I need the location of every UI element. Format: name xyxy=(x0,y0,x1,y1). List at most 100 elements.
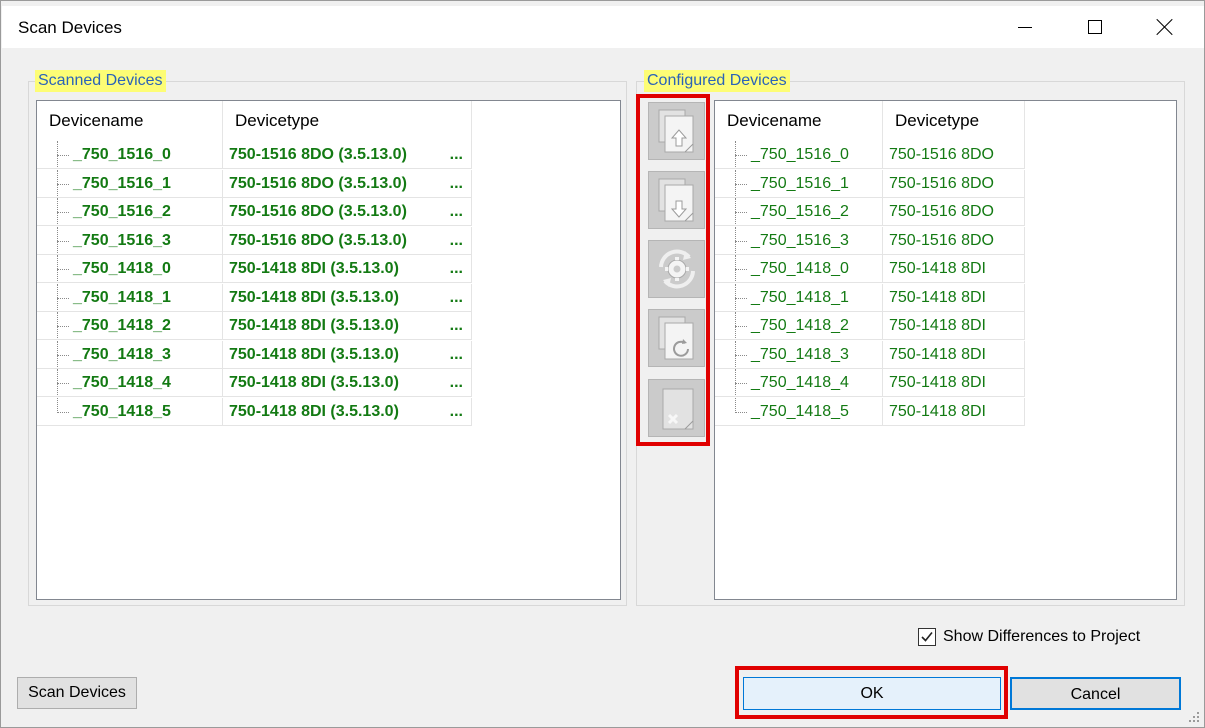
scanned-devicetype-cell: 750-1516 8DO (3.5.13.0)... xyxy=(223,169,472,198)
more-button[interactable]: ... xyxy=(450,312,463,339)
show-differences-option[interactable]: Show Differences to Project xyxy=(918,628,1140,646)
more-button[interactable]: ... xyxy=(450,141,463,168)
more-button[interactable]: ... xyxy=(450,369,463,396)
delete-button[interactable] xyxy=(648,379,705,437)
more-button[interactable]: ... xyxy=(450,255,463,282)
copy-to-project-button[interactable] xyxy=(648,102,705,160)
configured-row[interactable]: _750_1418_0 750-1418 8DI xyxy=(715,255,1025,283)
cancel-button[interactable]: Cancel xyxy=(1010,677,1181,710)
scanned-devicetype-text: 750-1418 8DI (3.5.13.0) xyxy=(229,345,399,363)
scanned-row[interactable]: _750_1418_5 750-1418 8DI (3.5.13.0)... xyxy=(37,397,472,426)
configured-devicetype-text: 750-1516 8DO xyxy=(889,203,994,220)
synchronize-button[interactable] xyxy=(648,240,705,298)
scanned-col-devicetype[interactable]: Devicetype xyxy=(223,101,472,141)
maximize-button[interactable] xyxy=(1072,6,1118,48)
more-button[interactable]: ... xyxy=(450,341,463,368)
more-button[interactable]: ... xyxy=(450,398,463,425)
more-button[interactable]: ... xyxy=(450,227,463,254)
scanned-devicetype-cell: 750-1418 8DI (3.5.13.0)... xyxy=(223,312,472,340)
copy-from-project-button[interactable] xyxy=(648,171,705,229)
show-differences-label: Show Differences to Project xyxy=(943,628,1141,645)
copy-down-icon xyxy=(658,178,693,222)
close-button[interactable] xyxy=(1142,6,1188,48)
more-button[interactable]: ... xyxy=(450,284,463,311)
configured-devicetype-text: 750-1418 8DI xyxy=(889,402,986,420)
ok-button[interactable]: OK xyxy=(743,677,1001,710)
configured-devices-legend: Configured Devices xyxy=(644,70,790,92)
maximize-icon xyxy=(1088,20,1102,34)
resize-grip-icon[interactable] xyxy=(1189,712,1201,724)
transfer-actions-frame xyxy=(636,94,710,446)
scanned-devicename-cell: _750_1418_2 xyxy=(37,312,223,340)
configured-devicetype-cell: 750-1418 8DI xyxy=(883,369,1025,397)
scanned-devicetype-cell: 750-1418 8DI (3.5.13.0)... xyxy=(223,255,472,283)
show-differences-checkbox[interactable] xyxy=(918,628,936,646)
scanned-row[interactable]: _750_1516_3 750-1516 8DO (3.5.13.0)... xyxy=(37,226,472,255)
checkmark-icon xyxy=(921,631,933,642)
scanned-devicetype-cell: 750-1418 8DI (3.5.13.0)... xyxy=(223,340,472,369)
configured-devicetype-cell: 750-1418 8DI xyxy=(883,283,1025,312)
scan-devices-button[interactable]: Scan Devices xyxy=(17,677,137,709)
scanned-devices-legend: Scanned Devices xyxy=(35,70,166,92)
scanned-row[interactable]: _750_1516_1 750-1516 8DO (3.5.13.0)... xyxy=(37,169,472,198)
minimize-button[interactable] xyxy=(1002,6,1048,48)
configured-devicetype-cell: 750-1516 8DO xyxy=(883,141,1025,169)
configured-row[interactable]: _750_1516_2 750-1516 8DO xyxy=(715,198,1025,226)
configured-row[interactable]: _750_1516_0 750-1516 8DO xyxy=(715,141,1025,169)
scanned-devicetype-text: 750-1418 8DI (3.5.13.0) xyxy=(229,374,399,391)
scanned-row[interactable]: _750_1418_1 750-1418 8DI (3.5.13.0)... xyxy=(37,283,472,312)
configured-devicename-cell: _750_1418_3 xyxy=(715,340,883,369)
scanned-devicename-cell: _750_1418_4 xyxy=(37,369,223,397)
configured-row[interactable]: _750_1418_3 750-1418 8DI xyxy=(715,340,1025,369)
configured-devicetype-cell: 750-1418 8DI xyxy=(883,312,1025,340)
scanned-devicetype-text: 750-1516 8DO (3.5.13.0) xyxy=(229,146,407,163)
configured-row[interactable]: _750_1418_2 750-1418 8DI xyxy=(715,312,1025,340)
configured-devicename-cell: _750_1418_2 xyxy=(715,312,883,340)
configured-col-devicename[interactable]: Devicename xyxy=(715,101,883,141)
scanned-row[interactable]: _750_1418_0 750-1418 8DI (3.5.13.0)... xyxy=(37,255,472,283)
configured-devicetype-cell: 750-1516 8DO xyxy=(883,198,1025,226)
scanned-devicetype-cell: 750-1418 8DI (3.5.13.0)... xyxy=(223,397,472,426)
copy-up-icon xyxy=(658,109,693,153)
refresh-button[interactable] xyxy=(648,309,705,367)
configured-devicename-cell: _750_1418_5 xyxy=(715,397,883,426)
configured-devicetype-cell: 750-1418 8DI xyxy=(883,340,1025,369)
configured-devicetype-text: 750-1418 8DI xyxy=(889,260,986,277)
scanned-devicename-cell: _750_1418_5 xyxy=(37,397,223,426)
title-bar: Scan Devices xyxy=(2,6,1204,48)
scanned-row[interactable]: _750_1516_0 750-1516 8DO (3.5.13.0)... xyxy=(37,141,472,169)
minimize-icon xyxy=(1018,26,1032,28)
scanned-devicetype-text: 750-1418 8DI (3.5.13.0) xyxy=(229,260,399,277)
configured-devicetype-text: 750-1418 8DI xyxy=(889,374,986,391)
scanned-devicetype-cell: 750-1418 8DI (3.5.13.0)... xyxy=(223,369,472,397)
more-button[interactable]: ... xyxy=(450,198,463,225)
scanned-devicename-cell: _750_1516_3 xyxy=(37,226,223,255)
window-title: Scan Devices xyxy=(18,18,122,37)
configured-row[interactable]: _750_1418_4 750-1418 8DI xyxy=(715,369,1025,397)
scanned-row[interactable]: _750_1418_2 750-1418 8DI (3.5.13.0)... xyxy=(37,312,472,340)
sync-gear-icon xyxy=(658,249,695,289)
configured-devicename-cell: _750_1516_3 xyxy=(715,226,883,255)
delete-icon xyxy=(662,388,693,430)
scanned-row[interactable]: _750_1418_3 750-1418 8DI (3.5.13.0)... xyxy=(37,340,472,369)
scanned-devices-list[interactable]: Devicename Devicetype _750_1516_0 750-151… xyxy=(36,100,621,600)
configured-col-devicetype[interactable]: Devicetype xyxy=(883,101,1025,141)
configured-devicename-cell: _750_1516_0 xyxy=(715,141,883,169)
configured-devicename-cell: _750_1516_1 xyxy=(715,169,883,198)
scanned-col-devicename[interactable]: Devicename xyxy=(37,101,223,141)
scanned-devicetype-text: 750-1516 8DO (3.5.13.0) xyxy=(229,174,407,192)
scanned-row[interactable]: _750_1418_4 750-1418 8DI (3.5.13.0)... xyxy=(37,369,472,397)
scanned-devicetype-text: 750-1516 8DO (3.5.13.0) xyxy=(229,231,407,249)
scanned-devicetype-text: 750-1516 8DO (3.5.13.0) xyxy=(229,203,407,220)
scanned-row[interactable]: _750_1516_2 750-1516 8DO (3.5.13.0)... xyxy=(37,198,472,226)
configured-row[interactable]: _750_1418_1 750-1418 8DI xyxy=(715,283,1025,312)
configured-row[interactable]: _750_1516_3 750-1516 8DO xyxy=(715,226,1025,255)
scanned-devicetype-cell: 750-1516 8DO (3.5.13.0)... xyxy=(223,198,472,226)
configured-row[interactable]: _750_1418_5 750-1418 8DI xyxy=(715,397,1025,426)
scanned-devicetype-text: 750-1418 8DI (3.5.13.0) xyxy=(229,317,399,334)
configured-devicename-cell: _750_1418_4 xyxy=(715,369,883,397)
more-button[interactable]: ... xyxy=(450,170,463,197)
scanned-devicetype-cell: 750-1516 8DO (3.5.13.0)... xyxy=(223,141,472,169)
configured-row[interactable]: _750_1516_1 750-1516 8DO xyxy=(715,169,1025,198)
configured-devices-list[interactable]: Devicename Devicetype _750_1516_0 750-151… xyxy=(714,100,1177,600)
